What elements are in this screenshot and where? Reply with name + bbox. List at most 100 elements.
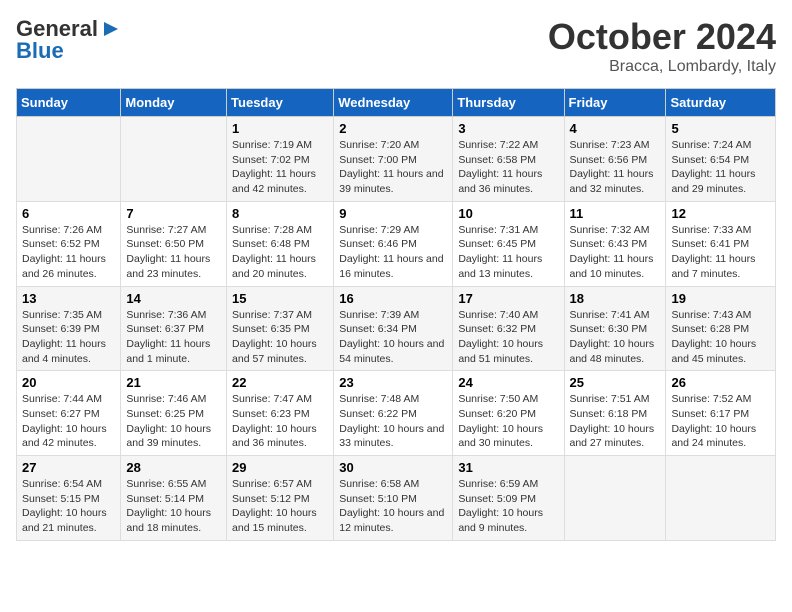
day-number: 27 bbox=[22, 460, 115, 475]
cell-content: Sunrise: 7:22 AM Sunset: 6:58 PM Dayligh… bbox=[458, 138, 558, 197]
cell-content: Sunrise: 6:54 AM Sunset: 5:15 PM Dayligh… bbox=[22, 477, 115, 536]
cell-content: Sunrise: 7:43 AM Sunset: 6:28 PM Dayligh… bbox=[671, 308, 770, 367]
day-number: 29 bbox=[232, 460, 328, 475]
day-number: 15 bbox=[232, 291, 328, 306]
calendar-cell: 1Sunrise: 7:19 AM Sunset: 7:02 PM Daylig… bbox=[227, 117, 334, 202]
calendar-cell: 20 Sunrise: 7:44 AM Sunset: 6:27 PM Dayli… bbox=[17, 371, 121, 456]
day-header-friday: Friday bbox=[564, 89, 666, 117]
calendar-cell: 30Sunrise: 6:58 AM Sunset: 5:10 PM Dayli… bbox=[334, 456, 453, 541]
day-number: 8 bbox=[232, 206, 328, 221]
cell-content: Sunrise: 6:58 AM Sunset: 5:10 PM Dayligh… bbox=[339, 477, 447, 536]
calendar-cell: 8 Sunrise: 7:28 AM Sunset: 6:48 PM Daylig… bbox=[227, 201, 334, 286]
calendar-cell: 19 Sunrise: 7:43 AM Sunset: 6:28 PM Dayli… bbox=[666, 286, 776, 371]
week-row-5: 27 Sunrise: 6:54 AM Sunset: 5:15 PM Dayli… bbox=[17, 456, 776, 541]
cell-content: Sunrise: 7:50 AM Sunset: 6:20 PM Dayligh… bbox=[458, 392, 558, 451]
day-number: 13 bbox=[22, 291, 115, 306]
calendar-cell: 9 Sunrise: 7:29 AM Sunset: 6:46 PM Daylig… bbox=[334, 201, 453, 286]
day-number: 16 bbox=[339, 291, 447, 306]
calendar-cell: 21Sunrise: 7:46 AM Sunset: 6:25 PM Dayli… bbox=[121, 371, 227, 456]
day-header-tuesday: Tuesday bbox=[227, 89, 334, 117]
day-number: 10 bbox=[458, 206, 558, 221]
calendar-cell: 2 Sunrise: 7:20 AM Sunset: 7:00 PM Daylig… bbox=[334, 117, 453, 202]
week-row-4: 20 Sunrise: 7:44 AM Sunset: 6:27 PM Dayli… bbox=[17, 371, 776, 456]
day-number: 4 bbox=[570, 121, 661, 136]
cell-content: Sunrise: 7:52 AM Sunset: 6:17 PM Dayligh… bbox=[671, 392, 770, 451]
logo-arrow-icon bbox=[100, 18, 122, 40]
calendar-cell: 25 Sunrise: 7:51 AM Sunset: 6:18 PM Dayli… bbox=[564, 371, 666, 456]
calendar-cell: 7 Sunrise: 7:27 AM Sunset: 6:50 PM Daylig… bbox=[121, 201, 227, 286]
day-number: 14 bbox=[126, 291, 221, 306]
page-header: General Blue October 2024 Bracca, Lombar… bbox=[16, 16, 776, 76]
week-row-1: 1Sunrise: 7:19 AM Sunset: 7:02 PM Daylig… bbox=[17, 117, 776, 202]
day-header-thursday: Thursday bbox=[453, 89, 564, 117]
calendar-cell bbox=[564, 456, 666, 541]
calendar-cell bbox=[666, 456, 776, 541]
cell-content: Sunrise: 7:46 AM Sunset: 6:25 PM Dayligh… bbox=[126, 392, 221, 451]
cell-content: Sunrise: 7:20 AM Sunset: 7:00 PM Dayligh… bbox=[339, 138, 447, 197]
day-number: 3 bbox=[458, 121, 558, 136]
day-number: 28 bbox=[126, 460, 221, 475]
day-number: 1 bbox=[232, 121, 328, 136]
logo: General Blue bbox=[16, 16, 122, 64]
cell-content: Sunrise: 7:47 AM Sunset: 6:23 PM Dayligh… bbox=[232, 392, 328, 451]
calendar-cell bbox=[17, 117, 121, 202]
calendar-cell: 29Sunrise: 6:57 AM Sunset: 5:12 PM Dayli… bbox=[227, 456, 334, 541]
day-number: 31 bbox=[458, 460, 558, 475]
calendar-cell bbox=[121, 117, 227, 202]
calendar-cell: 27 Sunrise: 6:54 AM Sunset: 5:15 PM Dayli… bbox=[17, 456, 121, 541]
day-number: 23 bbox=[339, 375, 447, 390]
calendar-cell: 22 Sunrise: 7:47 AM Sunset: 6:23 PM Dayli… bbox=[227, 371, 334, 456]
logo-blue-text: Blue bbox=[16, 38, 64, 64]
calendar-cell: 6 Sunrise: 7:26 AM Sunset: 6:52 PM Daylig… bbox=[17, 201, 121, 286]
week-row-2: 6 Sunrise: 7:26 AM Sunset: 6:52 PM Daylig… bbox=[17, 201, 776, 286]
calendar-cell: 17 Sunrise: 7:40 AM Sunset: 6:32 PM Dayli… bbox=[453, 286, 564, 371]
calendar-cell: 5Sunrise: 7:24 AM Sunset: 6:54 PM Daylig… bbox=[666, 117, 776, 202]
calendar-cell: 23Sunrise: 7:48 AM Sunset: 6:22 PM Dayli… bbox=[334, 371, 453, 456]
calendar-cell: 12Sunrise: 7:33 AM Sunset: 6:41 PM Dayli… bbox=[666, 201, 776, 286]
day-number: 25 bbox=[570, 375, 661, 390]
calendar-table: SundayMondayTuesdayWednesdayThursdayFrid… bbox=[16, 88, 776, 541]
calendar-cell: 26 Sunrise: 7:52 AM Sunset: 6:17 PM Dayli… bbox=[666, 371, 776, 456]
cell-content: Sunrise: 7:36 AM Sunset: 6:37 PM Dayligh… bbox=[126, 308, 221, 367]
calendar-cell: 14 Sunrise: 7:36 AM Sunset: 6:37 PM Dayli… bbox=[121, 286, 227, 371]
calendar-cell: 31 Sunrise: 6:59 AM Sunset: 5:09 PM Dayli… bbox=[453, 456, 564, 541]
cell-content: Sunrise: 7:23 AM Sunset: 6:56 PM Dayligh… bbox=[570, 138, 661, 197]
cell-content: Sunrise: 7:28 AM Sunset: 6:48 PM Dayligh… bbox=[232, 223, 328, 282]
calendar-cell: 3 Sunrise: 7:22 AM Sunset: 6:58 PM Daylig… bbox=[453, 117, 564, 202]
calendar-cell: 13 Sunrise: 7:35 AM Sunset: 6:39 PM Dayli… bbox=[17, 286, 121, 371]
cell-content: Sunrise: 7:39 AM Sunset: 6:34 PM Dayligh… bbox=[339, 308, 447, 367]
cell-content: Sunrise: 7:44 AM Sunset: 6:27 PM Dayligh… bbox=[22, 392, 115, 451]
day-header-wednesday: Wednesday bbox=[334, 89, 453, 117]
cell-content: Sunrise: 6:55 AM Sunset: 5:14 PM Dayligh… bbox=[126, 477, 221, 536]
cell-content: Sunrise: 7:33 AM Sunset: 6:41 PM Dayligh… bbox=[671, 223, 770, 282]
day-number: 19 bbox=[671, 291, 770, 306]
day-number: 24 bbox=[458, 375, 558, 390]
day-number: 11 bbox=[570, 206, 661, 221]
cell-content: Sunrise: 7:40 AM Sunset: 6:32 PM Dayligh… bbox=[458, 308, 558, 367]
calendar-cell: 24 Sunrise: 7:50 AM Sunset: 6:20 PM Dayli… bbox=[453, 371, 564, 456]
cell-content: Sunrise: 7:35 AM Sunset: 6:39 PM Dayligh… bbox=[22, 308, 115, 367]
month-title: October 2024 bbox=[548, 16, 776, 58]
location-title: Bracca, Lombardy, Italy bbox=[548, 58, 776, 76]
day-number: 22 bbox=[232, 375, 328, 390]
day-number: 20 bbox=[22, 375, 115, 390]
cell-content: Sunrise: 7:51 AM Sunset: 6:18 PM Dayligh… bbox=[570, 392, 661, 451]
day-number: 17 bbox=[458, 291, 558, 306]
week-row-3: 13 Sunrise: 7:35 AM Sunset: 6:39 PM Dayli… bbox=[17, 286, 776, 371]
day-number: 9 bbox=[339, 206, 447, 221]
day-number: 2 bbox=[339, 121, 447, 136]
calendar-header-row: SundayMondayTuesdayWednesdayThursdayFrid… bbox=[17, 89, 776, 117]
day-header-sunday: Sunday bbox=[17, 89, 121, 117]
calendar-cell: 10Sunrise: 7:31 AM Sunset: 6:45 PM Dayli… bbox=[453, 201, 564, 286]
calendar-cell: 11Sunrise: 7:32 AM Sunset: 6:43 PM Dayli… bbox=[564, 201, 666, 286]
day-number: 6 bbox=[22, 206, 115, 221]
day-number: 5 bbox=[671, 121, 770, 136]
title-block: October 2024 Bracca, Lombardy, Italy bbox=[548, 16, 776, 76]
calendar-cell: 28 Sunrise: 6:55 AM Sunset: 5:14 PM Dayli… bbox=[121, 456, 227, 541]
cell-content: Sunrise: 7:26 AM Sunset: 6:52 PM Dayligh… bbox=[22, 223, 115, 282]
cell-content: Sunrise: 7:27 AM Sunset: 6:50 PM Dayligh… bbox=[126, 223, 221, 282]
cell-content: Sunrise: 6:59 AM Sunset: 5:09 PM Dayligh… bbox=[458, 477, 558, 536]
day-number: 26 bbox=[671, 375, 770, 390]
day-number: 7 bbox=[126, 206, 221, 221]
cell-content: Sunrise: 7:29 AM Sunset: 6:46 PM Dayligh… bbox=[339, 223, 447, 282]
